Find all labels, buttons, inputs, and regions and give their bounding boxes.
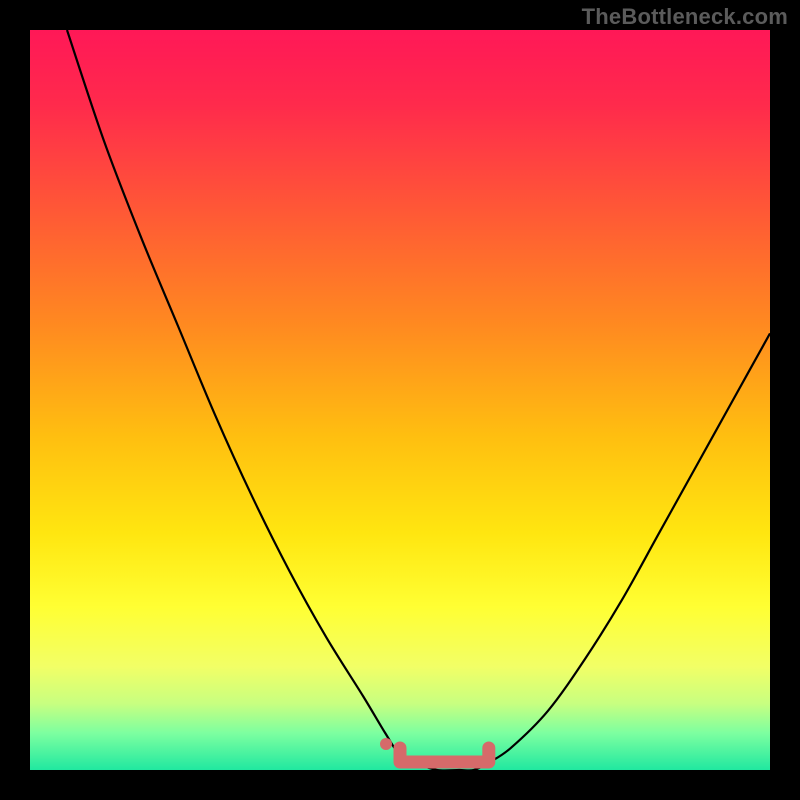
bottleneck-curve <box>67 30 770 770</box>
optimal-range-marker <box>400 748 489 762</box>
optimal-point-dot <box>380 738 392 750</box>
bottleneck-curve-layer <box>30 30 770 770</box>
chart-frame: TheBottleneck.com <box>0 0 800 800</box>
watermark-text: TheBottleneck.com <box>582 4 788 30</box>
plot-area <box>30 30 770 770</box>
